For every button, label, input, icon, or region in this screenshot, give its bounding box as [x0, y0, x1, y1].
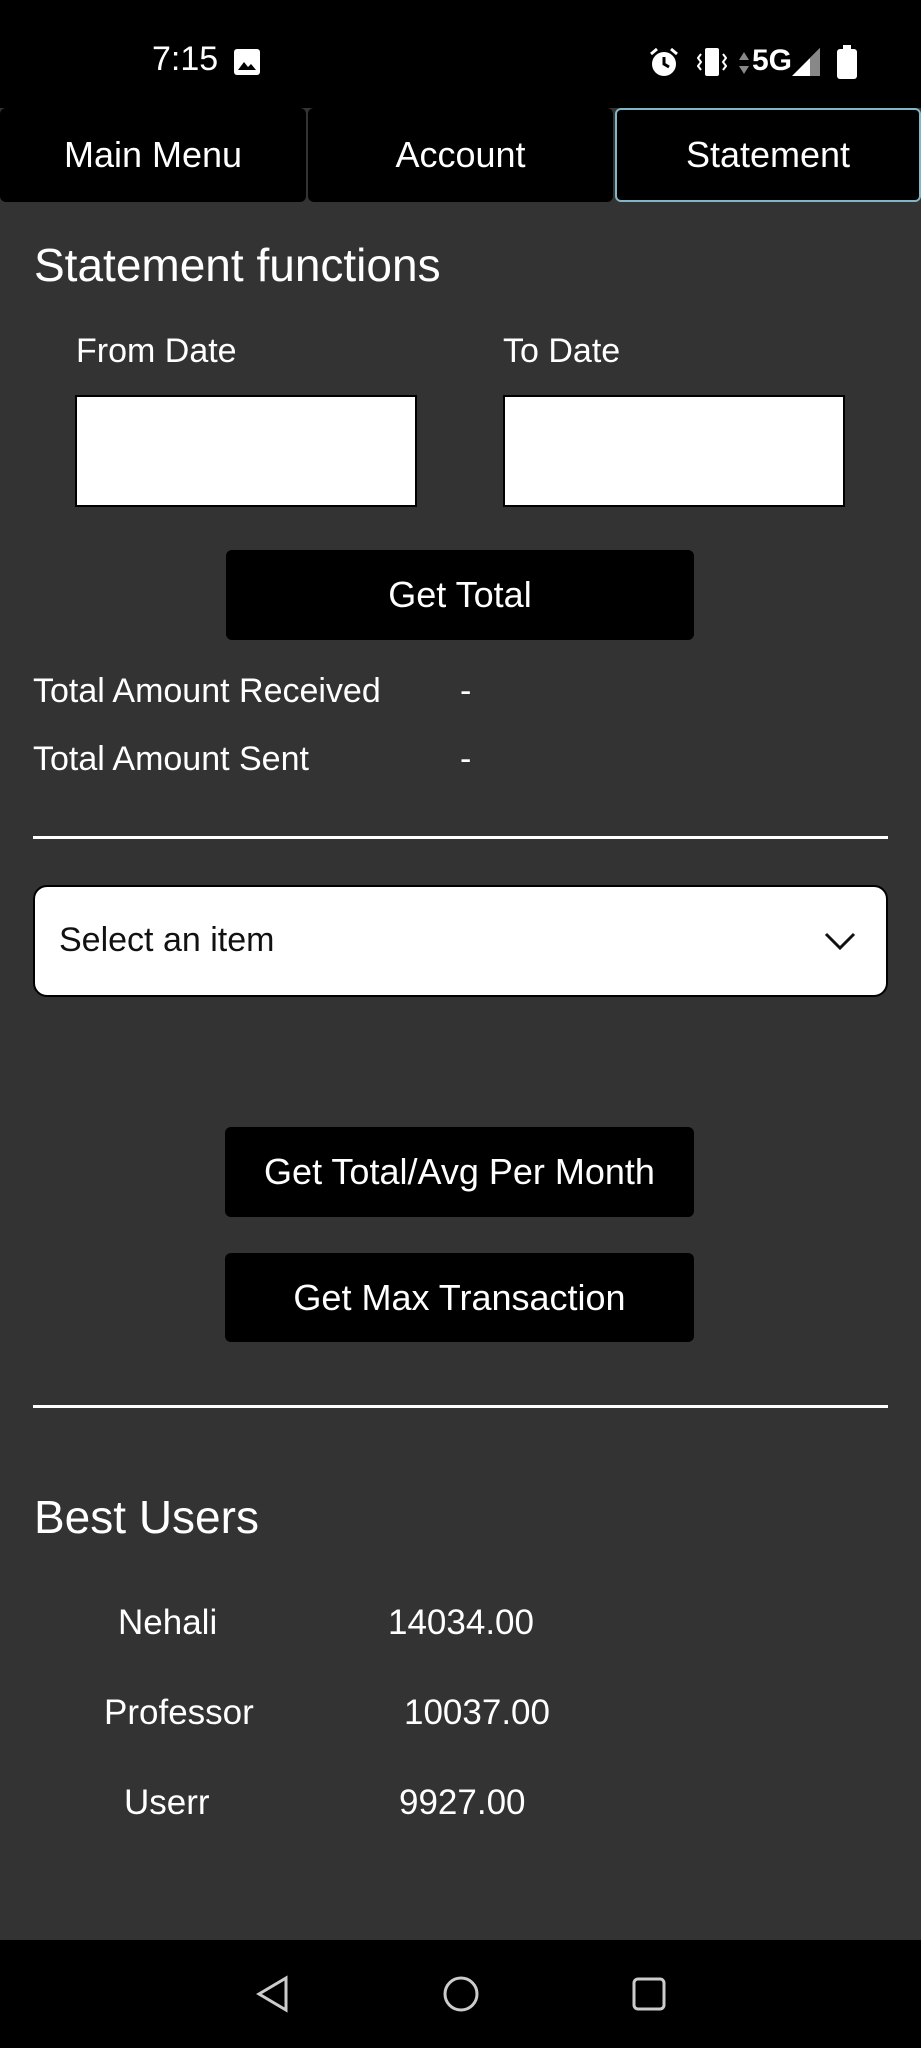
- image-icon: [234, 49, 260, 75]
- signal-icon: [792, 48, 820, 76]
- dropdown-selected-value: Select an item: [59, 921, 275, 959]
- statement-title: Statement functions: [34, 239, 441, 291]
- total-received-value: -: [460, 672, 472, 710]
- user-amount: 10037.00: [404, 1693, 550, 1732]
- user-name: Userr: [124, 1783, 210, 1822]
- get-total-label: Get Total: [388, 574, 532, 615]
- from-date-label: From Date: [76, 332, 237, 370]
- tab-main-menu[interactable]: Main Menu: [0, 108, 306, 202]
- total-sent-value: -: [460, 740, 472, 778]
- vibrate-icon: [697, 48, 727, 76]
- home-icon[interactable]: [441, 1974, 481, 2014]
- alarm-icon: [650, 47, 678, 76]
- data-arrows-icon: [739, 52, 749, 74]
- total-sent-label: Total Amount Sent: [33, 740, 309, 778]
- total-avg-per-month-button[interactable]: Get Total/Avg Per Month: [225, 1127, 694, 1217]
- status-time: 7:15: [152, 40, 219, 78]
- back-icon[interactable]: [254, 1975, 290, 2013]
- divider: [33, 1405, 888, 1408]
- system-nav-bar: [0, 1940, 921, 2048]
- tab-label: Statement: [685, 134, 851, 175]
- user-amount: 14034.00: [388, 1603, 534, 1642]
- status-bar: 7:15 5G: [0, 0, 921, 108]
- item-select-dropdown[interactable]: Select an item: [33, 885, 888, 997]
- user-name: Nehali: [118, 1603, 218, 1642]
- tab-account[interactable]: Account: [308, 108, 613, 202]
- best-users-title: Best Users: [34, 1491, 259, 1543]
- to-date-label: To Date: [503, 332, 621, 370]
- get-total-button[interactable]: Get Total: [226, 550, 694, 640]
- tab-statement[interactable]: Statement: [615, 108, 921, 202]
- tab-bar: Main Menu Account Statement: [0, 108, 921, 204]
- battery-icon: [837, 45, 857, 79]
- to-date-input[interactable]: [503, 395, 845, 507]
- recents-icon[interactable]: [631, 1976, 667, 2012]
- user-amount: 9927.00: [399, 1783, 526, 1822]
- user-name: Professor: [104, 1693, 254, 1732]
- from-date-input[interactable]: [75, 395, 417, 507]
- max-transaction-label: Get Max Transaction: [293, 1276, 626, 1318]
- tab-label: Account: [395, 134, 526, 175]
- network-label: 5G: [752, 44, 793, 77]
- max-transaction-button[interactable]: Get Max Transaction: [225, 1253, 694, 1342]
- tab-label: Main Menu: [63, 134, 243, 175]
- divider: [33, 836, 888, 839]
- chevron-down-icon: [824, 932, 856, 951]
- total-avg-label: Get Total/Avg Per Month: [264, 1151, 655, 1192]
- total-received-label: Total Amount Received: [33, 672, 381, 710]
